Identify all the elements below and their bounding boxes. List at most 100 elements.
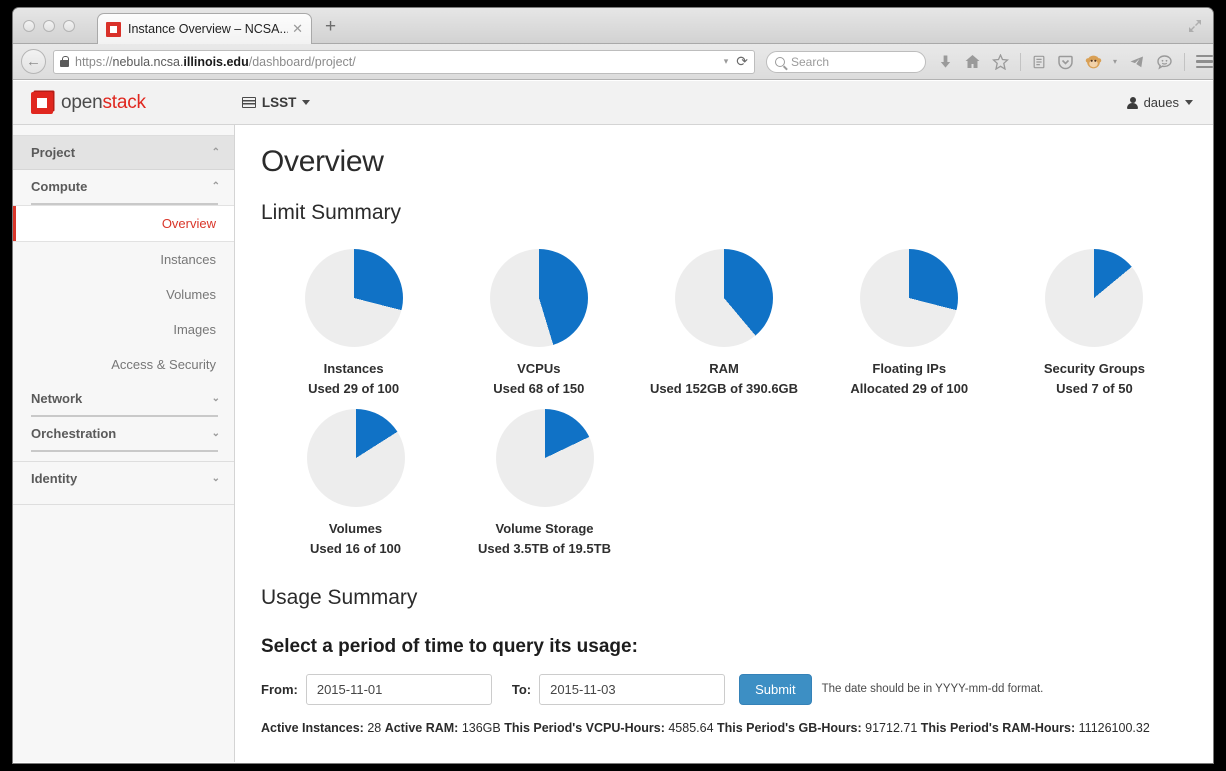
toolbar-separator — [1020, 52, 1021, 71]
from-date-input[interactable] — [305, 673, 492, 705]
stat-value: 11126100.32 — [1078, 720, 1150, 735]
pie-value: Used 7 of 50 — [1056, 381, 1133, 397]
dashboard-header: openstack LSST daues — [13, 81, 1213, 125]
pocket-icon[interactable] — [1057, 54, 1074, 70]
user-menu[interactable]: daues — [1126, 95, 1193, 110]
stat-value: 4585.64 — [668, 720, 714, 735]
sidebar-item-overview[interactable]: Overview — [13, 205, 234, 242]
pie-chart-instances — [304, 249, 403, 347]
chevron-down-icon: ⌄ — [211, 393, 220, 404]
pie-chart-volume-storage — [495, 409, 594, 508]
stat-label: This Period's GB-Hours: — [717, 720, 862, 735]
pie-card-ram: RAM Used 152GB of 390.6GB — [631, 239, 816, 399]
monkey-avatar-icon[interactable] — [1085, 53, 1102, 70]
pie-label: Instances — [323, 361, 384, 376]
openstack-logo[interactable]: openstack — [31, 91, 146, 114]
chevron-down-icon — [1185, 100, 1193, 105]
sidebar-group-identity[interactable]: Identity ⌄ — [13, 462, 234, 495]
minimize-window-button[interactable] — [43, 20, 55, 32]
send-icon[interactable] — [1128, 54, 1145, 70]
pie-chart-volumes — [306, 409, 405, 508]
sidebar-group-project[interactable]: Project ⌃ — [13, 136, 234, 170]
sidebar-item-label: Access & Security — [111, 357, 216, 372]
chat-smiley-icon[interactable] — [1156, 54, 1173, 70]
reload-icon[interactable]: ⟳ — [736, 53, 748, 70]
url-subdomain: nebula.ncsa. — [112, 54, 184, 69]
sidebar-item-label: Instances — [160, 252, 216, 267]
chevron-down-icon: ⌄ — [211, 473, 220, 484]
pie-card-floating-ips: Floating IPs Allocated 29 of 100 — [817, 239, 1002, 399]
stat-label: This Period's VCPU-Hours: — [504, 720, 665, 735]
project-name: LSST — [261, 95, 297, 110]
query-period-title: Select a period of time to query its usa… — [261, 635, 638, 657]
menu-hamburger-icon[interactable] — [1196, 54, 1213, 69]
user-name: daues — [1143, 95, 1179, 110]
back-button[interactable]: ← — [21, 49, 46, 74]
close-tab-icon[interactable]: ✕ — [292, 21, 303, 37]
downloads-icon[interactable] — [938, 54, 953, 70]
sidebar-group-orchestration[interactable]: Orchestration ⌄ — [13, 417, 234, 450]
sidebar-group-network[interactable]: Network ⌄ — [13, 382, 234, 415]
tab-title: Instance Overview – NCSA... — [128, 22, 289, 36]
lock-icon — [60, 56, 69, 67]
pie-card-instances: Instances Used 29 of 100 — [261, 239, 446, 399]
to-date-input[interactable] — [539, 673, 726, 705]
main-content: Overview Limit Summary Instances Used 29… — [235, 125, 1213, 762]
openstack-favicon-icon — [106, 21, 121, 37]
chevron-up-icon: ⌃ — [211, 147, 220, 158]
sidebar-rule — [31, 450, 218, 452]
sidebar-group-compute[interactable]: Compute ⌃ — [13, 170, 234, 203]
sidebar-item-label: Volumes — [166, 287, 216, 302]
sidebar-item-instances[interactable]: Instances — [13, 242, 234, 277]
submit-button[interactable]: Submit — [739, 673, 812, 705]
sidebar-group-label: Project — [31, 145, 76, 160]
date-format-hint: The date should be in YYYY-mm-dd format. — [821, 683, 1044, 696]
sidebar-group-label: Compute — [31, 179, 88, 194]
sidebar-item-access-security[interactable]: Access & Security — [13, 347, 234, 382]
openstack-dashboard: openstack LSST daues Project ⌃ Compute ⌃… — [13, 81, 1213, 763]
chevron-down-icon[interactable]: ▾ — [724, 56, 729, 67]
stat-value: 28 — [367, 720, 382, 735]
pie-value: Used 3.5TB of 19.5TB — [478, 541, 611, 557]
to-label: To: — [511, 681, 532, 697]
pie-chart-security-groups — [1045, 249, 1144, 347]
url-bar[interactable]: https:// nebula.ncsa. illinois.edu /dash… — [53, 49, 755, 74]
close-window-button[interactable] — [23, 20, 35, 32]
pie-label: VCPUs — [517, 361, 561, 376]
pie-label: Security Groups — [1043, 361, 1145, 376]
bookmark-star-icon[interactable] — [992, 53, 1009, 70]
home-icon[interactable] — [964, 54, 981, 70]
pie-card-security-groups: Security Groups Used 7 of 50 — [1002, 239, 1187, 399]
usage-query-form: From: To: Submit The date should be in Y… — [261, 673, 1187, 705]
pie-chart-floating-ips — [860, 249, 959, 347]
url-domain: illinois.edu — [183, 54, 249, 69]
sidebar-group-label: Orchestration — [31, 426, 117, 441]
maximize-window-button[interactable] — [63, 20, 75, 32]
page-title: Overview — [261, 145, 384, 178]
sidebar-item-volumes[interactable]: Volumes — [13, 277, 234, 312]
pie-label: Volume Storage — [495, 521, 594, 537]
new-tab-button[interactable]: + — [325, 17, 336, 36]
project-selector[interactable]: LSST — [241, 95, 311, 110]
pie-value: Used 16 of 100 — [309, 541, 402, 557]
search-icon — [775, 56, 785, 67]
url-scheme: https:// — [75, 54, 113, 69]
browser-search-input[interactable]: Search — [766, 50, 926, 73]
sidebar-group-label: Identity — [31, 471, 78, 486]
openstack-logo-icon — [31, 91, 53, 114]
chevron-down-icon: ⌄ — [211, 428, 220, 439]
sidebar-group-label: Network — [31, 391, 83, 406]
overflow-caret-icon[interactable]: ▾ — [1113, 57, 1117, 66]
sidebar-item-images[interactable]: Images — [13, 312, 234, 347]
stat-label: Active RAM: — [384, 720, 459, 735]
browser-tab[interactable]: Instance Overview – NCSA... ✕ — [97, 13, 312, 44]
browser-window: Instance Overview – NCSA... ✕ + ← https:… — [13, 8, 1213, 763]
fullscreen-icon[interactable] — [1187, 18, 1203, 34]
dashboard-body: Project ⌃ Compute ⌃ Overview Instances V… — [13, 125, 1213, 762]
stat-label: This Period's RAM-Hours: — [920, 720, 1076, 735]
sidebar-item-label: Overview — [161, 216, 216, 231]
reading-list-icon[interactable] — [1032, 54, 1046, 70]
sidebar-item-label: Images — [173, 322, 216, 337]
search-placeholder: Search — [791, 54, 830, 69]
chevron-up-icon: ⌃ — [211, 181, 220, 192]
